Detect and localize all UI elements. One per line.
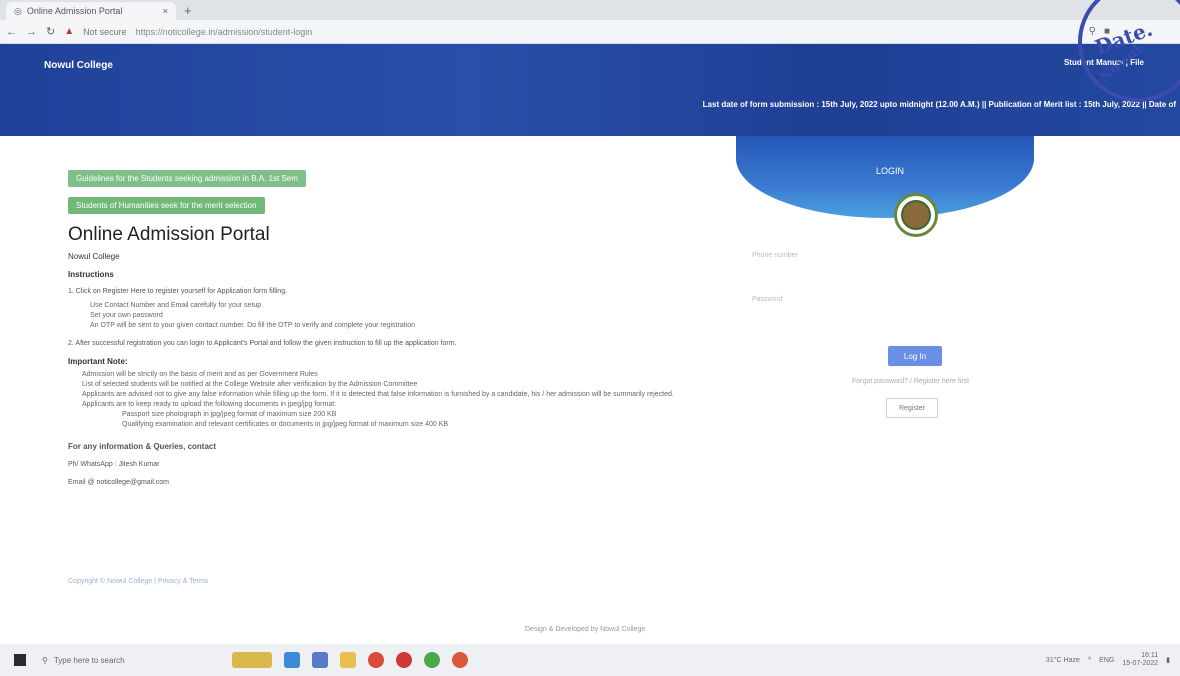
warning-icon[interactable]: ▲: [64, 26, 74, 37]
important-heading: Important Note:: [68, 357, 128, 366]
announcement-marquee: Last date of form submission : 15th July…: [702, 100, 1176, 109]
list-item: An OTP will be sent to your given contac…: [90, 322, 416, 329]
app-icon[interactable]: [424, 652, 440, 668]
college-subtitle: Nowul College: [68, 252, 120, 261]
browser-tab-bar: ◎ Online Admission Portal × +: [0, 0, 1180, 20]
browser-tab[interactable]: ◎ Online Admission Portal ×: [6, 2, 176, 20]
search-placeholder: Type here to search: [53, 655, 125, 665]
widget-icon[interactable]: [232, 652, 272, 668]
lang-indicator[interactable]: ENG: [1099, 657, 1114, 664]
main-content: Guidelines for the Students seeking admi…: [68, 168, 688, 488]
list-item: Passport size photograph in jpg/jpeg for…: [122, 411, 337, 418]
password-field[interactable]: Password: [752, 296, 783, 303]
notification-icon[interactable]: ▮: [1166, 656, 1170, 664]
clock[interactable]: 16:11 15-07-2022: [1122, 652, 1158, 668]
instruction-sublist: Use Contact Number and Email carefully f…: [90, 301, 688, 331]
important-list: Admission will be strictly on the basis …: [82, 370, 688, 430]
college-name[interactable]: Nowul College: [44, 60, 113, 71]
register-button[interactable]: Register: [886, 398, 938, 418]
forgot-password-link[interactable]: Forgot password? / Register here first: [852, 378, 969, 385]
date-label: 15-07-2022: [1122, 660, 1159, 667]
contact-email[interactable]: Email @ noticollege@gmail.com: [68, 478, 688, 488]
site-header: Nowul College Student Manual | File Last…: [0, 44, 1180, 136]
chevron-up-icon[interactable]: ^: [1088, 657, 1091, 664]
search-icon: ⚲: [42, 655, 48, 665]
instruction-step-1: 1. Click on Register Here to register yo…: [68, 288, 288, 295]
chrome-icon[interactable]: [368, 652, 384, 668]
taskbar-search[interactable]: ⚲ Type here to search: [42, 656, 172, 665]
contact-phone: Ph/ WhatsApp : Jitesh Kumar: [68, 461, 160, 468]
instruction-step-2: 2. After successful registration you can…: [68, 340, 457, 347]
globe-icon: ◎: [14, 5, 22, 16]
taskbar-apps: [232, 652, 468, 668]
contact-block: For any information & Queries, contact P…: [68, 442, 688, 488]
contact-heading: For any information & Queries, contact: [68, 442, 217, 451]
instructions-heading: Instructions: [68, 270, 114, 279]
page-title: Online Admission Portal: [68, 224, 270, 245]
list-item: Set your own password: [90, 312, 163, 319]
list-item: Qualifying examination and relevant cert…: [122, 421, 449, 428]
time-label: 16:11: [1141, 652, 1159, 659]
address-bar: ← → ↻ ▲ Not secure https://noticollege.i…: [0, 20, 1180, 44]
edge-icon[interactable]: [284, 652, 300, 668]
not-secure-label[interactable]: Not secure: [83, 27, 127, 37]
system-tray: 31°C Haze ^ ENG 16:11 15-07-2022 ▮: [1046, 652, 1170, 668]
forward-icon[interactable]: →: [26, 26, 37, 38]
footer-links[interactable]: Copyright © Nowul College | Privacy & Te…: [68, 578, 208, 585]
windows-taskbar: ⚲ Type here to search 31°C Haze ^ ENG 16…: [0, 644, 1180, 676]
folder-icon[interactable]: [340, 652, 356, 668]
windows-start-icon[interactable]: [14, 654, 26, 666]
humanities-badge[interactable]: Students of Humanities seek for the meri…: [68, 197, 265, 214]
login-header-dome: [736, 136, 1034, 218]
store-icon[interactable]: [312, 652, 328, 668]
list-item: Use Contact Number and Email carefully f…: [90, 302, 262, 309]
chrome-icon-2[interactable]: [452, 652, 468, 668]
login-title: LOGIN: [876, 166, 905, 176]
weather-widget[interactable]: 31°C Haze: [1046, 657, 1080, 664]
close-tab-icon[interactable]: ×: [163, 6, 168, 16]
list-item: Applicants are advised not to give any f…: [82, 391, 674, 398]
list-item: List of selected students will be notifi…: [82, 381, 418, 388]
username-field[interactable]: Phone number: [752, 252, 798, 259]
login-button[interactable]: Log In: [888, 346, 942, 366]
reload-icon[interactable]: ↻: [46, 25, 55, 38]
list-item: Admission will be strictly on the basis …: [82, 371, 318, 378]
tab-title: Online Admission Portal: [26, 6, 123, 16]
back-icon[interactable]: ←: [6, 26, 17, 38]
footer-credit: Design & Developed by Nowul College: [525, 626, 646, 633]
new-tab-button[interactable]: +: [184, 3, 192, 18]
url-field[interactable]: https://noticollege.in/admission/student…: [136, 27, 313, 37]
opera-icon[interactable]: [396, 652, 412, 668]
guidelines-badge[interactable]: Guidelines for the Students seeking admi…: [68, 170, 306, 187]
college-logo: [894, 193, 938, 237]
list-item: Applicants are to keep ready to upload t…: [82, 401, 337, 408]
